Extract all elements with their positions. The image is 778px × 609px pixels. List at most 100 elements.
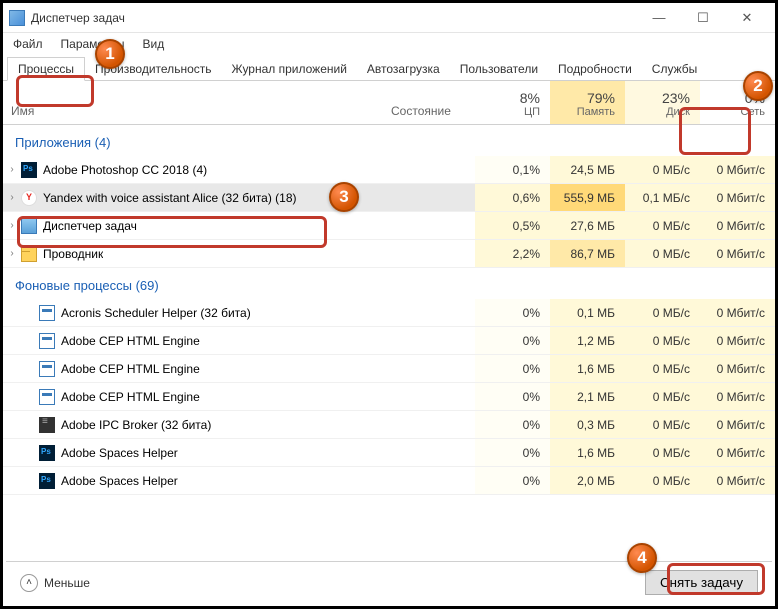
mem-cell: 1,6 МБ — [550, 439, 625, 466]
titlebar: Диспетчер задач — ☐ ✕ — [3, 3, 775, 33]
menu-view[interactable]: Вид — [138, 35, 168, 53]
cpu-cell: 0% — [475, 439, 550, 466]
col-cpu[interactable]: 8% ЦП — [475, 81, 550, 124]
state-cell — [385, 240, 475, 267]
process-name-cell: Adobe Spaces Helper — [21, 439, 385, 466]
disk-cell: 0 МБ/с — [625, 467, 700, 494]
menu-options[interactable]: Параметры — [57, 35, 129, 53]
gen-icon — [39, 305, 55, 321]
state-cell — [385, 156, 475, 183]
close-button[interactable]: ✕ — [725, 4, 769, 32]
tab-details[interactable]: Подробности — [548, 58, 642, 80]
disk-cell: 0 МБ/с — [625, 411, 700, 438]
tab-app-history[interactable]: Журнал приложений — [222, 58, 357, 80]
minimize-button[interactable]: — — [637, 4, 681, 32]
tab-startup[interactable]: Автозагрузка — [357, 58, 450, 80]
expand-toggle — [3, 467, 21, 494]
disk-cell: 0 МБ/с — [625, 212, 700, 239]
fewer-details-label: Меньше — [44, 576, 90, 590]
cpu-cell: 0% — [475, 383, 550, 410]
ya-icon — [21, 190, 37, 206]
window-controls: — ☐ ✕ — [637, 4, 769, 32]
process-list[interactable]: Приложения (4)›Adobe Photoshop CC 2018 (… — [3, 125, 775, 531]
disk-cell: 0,1 МБ/с — [625, 184, 700, 211]
gen-icon — [39, 333, 55, 349]
net-cell: 0 Мбит/с — [700, 212, 775, 239]
expand-toggle[interactable]: › — [3, 212, 21, 239]
cpu-cell: 0% — [475, 355, 550, 382]
col-memory[interactable]: 79% Память — [550, 81, 625, 124]
process-name-label: Adobe Photoshop CC 2018 (4) — [43, 163, 207, 177]
col-state[interactable]: Состояние — [385, 81, 475, 124]
end-task-button[interactable]: Снять задачу — [645, 570, 758, 595]
gen-icon — [39, 361, 55, 377]
state-cell — [385, 467, 475, 494]
process-name-label: Adobe CEP HTML Engine — [61, 390, 200, 404]
mem-cell: 2,1 МБ — [550, 383, 625, 410]
tab-processes[interactable]: Процессы — [7, 57, 85, 81]
mem-label: Память — [577, 106, 615, 118]
dark-icon — [39, 417, 55, 433]
process-name-cell: Диспетчер задач — [21, 212, 385, 239]
app-icon — [9, 10, 25, 26]
mem-cell: 1,2 МБ — [550, 327, 625, 354]
cpu-cell: 0% — [475, 299, 550, 326]
table-row[interactable]: Adobe CEP HTML Engine0%1,6 МБ0 МБ/с0 Мби… — [3, 355, 775, 383]
table-row[interactable]: Adobe Spaces Helper0%1,6 МБ0 МБ/с0 Мбит/… — [3, 439, 775, 467]
process-name-cell: Adobe CEP HTML Engine — [21, 383, 385, 410]
disk-label: Диск — [666, 106, 690, 118]
process-name-cell: Yandex with voice assistant Alice (32 би… — [21, 184, 385, 211]
menu-file[interactable]: Файл — [9, 35, 47, 53]
col-name[interactable]: Имя — [3, 81, 385, 124]
net-cell: 0 Мбит/с — [700, 327, 775, 354]
col-net[interactable]: 0% Сеть — [700, 81, 775, 124]
expand-toggle — [3, 411, 21, 438]
ps-icon — [39, 445, 55, 461]
cpu-cell: 0,6% — [475, 184, 550, 211]
disk-cell: 0 МБ/с — [625, 383, 700, 410]
table-row[interactable]: ›Диспетчер задач0,5%27,6 МБ0 МБ/с0 Мбит/… — [3, 212, 775, 240]
tab-performance[interactable]: Производительность — [85, 58, 221, 80]
net-cell: 0 Мбит/с — [700, 299, 775, 326]
table-row[interactable]: Adobe IPC Broker (32 бита)0%0,3 МБ0 МБ/с… — [3, 411, 775, 439]
mem-cell: 0,3 МБ — [550, 411, 625, 438]
process-name-label: Acronis Scheduler Helper (32 бита) — [61, 306, 251, 320]
table-row[interactable]: Adobe CEP HTML Engine0%1,2 МБ0 МБ/с0 Мби… — [3, 327, 775, 355]
state-cell — [385, 299, 475, 326]
maximize-button[interactable]: ☐ — [681, 4, 725, 32]
column-headers: Имя Состояние 8% ЦП 79% Память 23% Диск … — [3, 81, 775, 125]
section-header: Фоновые процессы (69) — [3, 268, 775, 299]
process-name-label: Adobe CEP HTML Engine — [61, 362, 200, 376]
col-disk[interactable]: 23% Диск — [625, 81, 700, 124]
mem-cell: 24,5 МБ — [550, 156, 625, 183]
net-cell: 0 Мбит/с — [700, 355, 775, 382]
tm-icon — [21, 218, 37, 234]
table-row[interactable]: Adobe CEP HTML Engine0%2,1 МБ0 МБ/с0 Мби… — [3, 383, 775, 411]
expand-toggle[interactable]: › — [3, 156, 21, 183]
tab-services[interactable]: Службы — [642, 58, 707, 80]
gen-icon — [39, 389, 55, 405]
state-cell — [385, 355, 475, 382]
cpu-cell: 0,1% — [475, 156, 550, 183]
chevron-up-icon: ˄ — [20, 574, 38, 592]
mem-cell: 27,6 МБ — [550, 212, 625, 239]
section-header: Приложения (4) — [3, 125, 775, 156]
net-cell: 0 Мбит/с — [700, 156, 775, 183]
state-cell — [385, 184, 475, 211]
process-name-cell: Adobe Spaces Helper — [21, 467, 385, 494]
table-row[interactable]: Acronis Scheduler Helper (32 бита) 0%0,1 … — [3, 299, 775, 327]
process-name-cell: Adobe Photoshop CC 2018 (4) — [21, 156, 385, 183]
mem-cell: 0,1 МБ — [550, 299, 625, 326]
net-label: Сеть — [741, 106, 765, 118]
disk-pct: 23% — [662, 90, 690, 106]
table-row[interactable]: Adobe Spaces Helper0%2,0 МБ0 МБ/с0 Мбит/… — [3, 467, 775, 495]
table-row[interactable]: ›Yandex with voice assistant Alice (32 б… — [3, 184, 775, 212]
fewer-details-button[interactable]: ˄ Меньше — [20, 574, 90, 592]
table-row[interactable]: › Adobe Photoshop CC 2018 (4) 0,1%24,5 МБ 0… — [3, 156, 775, 184]
tab-users[interactable]: Пользователи — [450, 58, 548, 80]
expand-toggle[interactable]: › — [3, 240, 21, 267]
net-cell: 0 Мбит/с — [700, 439, 775, 466]
expand-toggle[interactable]: › — [3, 184, 21, 211]
table-row[interactable]: ›Проводник2,2%86,7 МБ0 МБ/с0 Мбит/с — [3, 240, 775, 268]
mem-cell: 1,6 МБ — [550, 355, 625, 382]
